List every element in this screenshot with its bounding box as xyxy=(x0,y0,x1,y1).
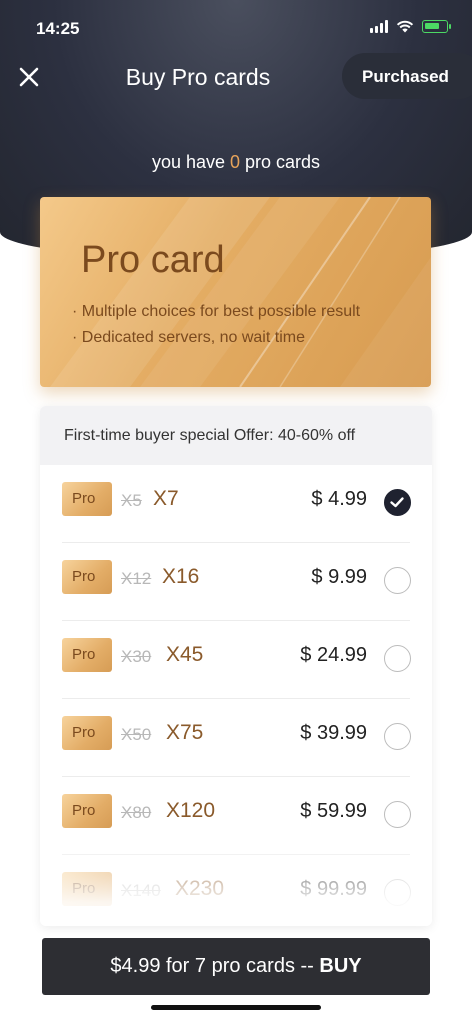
pro-badge: Pro xyxy=(62,482,112,516)
count-value: 0 xyxy=(230,152,241,172)
option-row[interactable]: Pro X140 X230 $ 99.99 xyxy=(40,855,432,926)
old-quantity: X30 xyxy=(121,647,152,666)
radio-button[interactable] xyxy=(384,723,411,750)
price: $ 99.99 xyxy=(300,878,367,900)
purchased-button[interactable]: Purchased xyxy=(342,53,472,99)
battery-icon xyxy=(422,20,451,33)
pro-card-count: you have 0 pro cards xyxy=(0,152,472,173)
radio-selected[interactable] xyxy=(384,489,411,516)
pro-badge: Pro xyxy=(62,794,112,828)
battery-level xyxy=(425,23,439,29)
radio-button[interactable] xyxy=(384,801,411,828)
buy-summary: $4.99 for 7 pro cards -- xyxy=(110,955,320,977)
option-row[interactable]: Pro X30 X45 $ 24.99 xyxy=(40,621,432,699)
banner-feature: · Dedicated servers, no wait time xyxy=(72,329,305,346)
count-suffix: pro cards xyxy=(240,152,321,172)
option-row[interactable]: Pro X50 X75 $ 39.99 xyxy=(40,699,432,777)
pro-card-banner: Pro card · Multiple choices for best pos… xyxy=(40,197,431,387)
old-quantity: X140 xyxy=(121,881,161,900)
pro-badge: Pro xyxy=(62,560,112,594)
buy-button[interactable]: $4.99 for 7 pro cards -- BUY xyxy=(42,938,430,995)
old-quantity: X80 xyxy=(121,803,152,822)
price: $ 4.99 xyxy=(311,488,367,510)
banner-feature: · Multiple choices for best possible res… xyxy=(72,303,361,320)
pro-badge: Pro xyxy=(62,716,112,750)
old-quantity: X12 xyxy=(121,569,152,588)
old-quantity: X50 xyxy=(121,725,152,744)
status-time: 14:25 xyxy=(36,19,80,38)
offer-panel: First-time buyer special Offer: 40-60% o… xyxy=(40,406,432,926)
option-row[interactable]: Pro X5 X7 $ 4.99 xyxy=(40,465,432,543)
radio-button[interactable] xyxy=(384,645,411,672)
status-icons xyxy=(370,20,451,33)
price: $ 24.99 xyxy=(300,644,367,666)
old-quantity: X5 xyxy=(121,491,142,510)
home-indicator[interactable] xyxy=(151,1005,321,1010)
page-title: Buy Pro cards xyxy=(125,64,271,90)
radio-button[interactable] xyxy=(384,567,411,594)
option-row[interactable]: Pro X12 X16 $ 9.99 xyxy=(40,543,432,621)
pro-badge: Pro xyxy=(62,872,112,906)
status-bar: 14:25 xyxy=(0,0,472,56)
new-quantity: X16 xyxy=(162,565,200,588)
price: $ 9.99 xyxy=(311,566,367,588)
buy-action: BUY xyxy=(319,955,362,977)
new-quantity: X75 xyxy=(166,721,204,744)
banner-shine-decoration xyxy=(50,197,431,387)
offer-header: First-time buyer special Offer: 40-60% o… xyxy=(40,406,432,465)
wifi-icon xyxy=(396,20,414,33)
option-row[interactable]: Pro X80 X120 $ 59.99 xyxy=(40,777,432,855)
checkmark-icon xyxy=(390,497,404,508)
banner-title: Pro card xyxy=(81,239,225,281)
count-prefix: you have xyxy=(151,152,230,172)
price: $ 59.99 xyxy=(300,800,367,822)
radio-button[interactable] xyxy=(384,879,411,906)
new-quantity: X7 xyxy=(153,487,179,510)
new-quantity: X45 xyxy=(166,643,204,666)
price: $ 39.99 xyxy=(300,722,367,744)
pro-badge: Pro xyxy=(62,638,112,672)
signal-icon xyxy=(370,20,388,33)
new-quantity: X230 xyxy=(175,877,225,900)
new-quantity: X120 xyxy=(166,799,216,822)
